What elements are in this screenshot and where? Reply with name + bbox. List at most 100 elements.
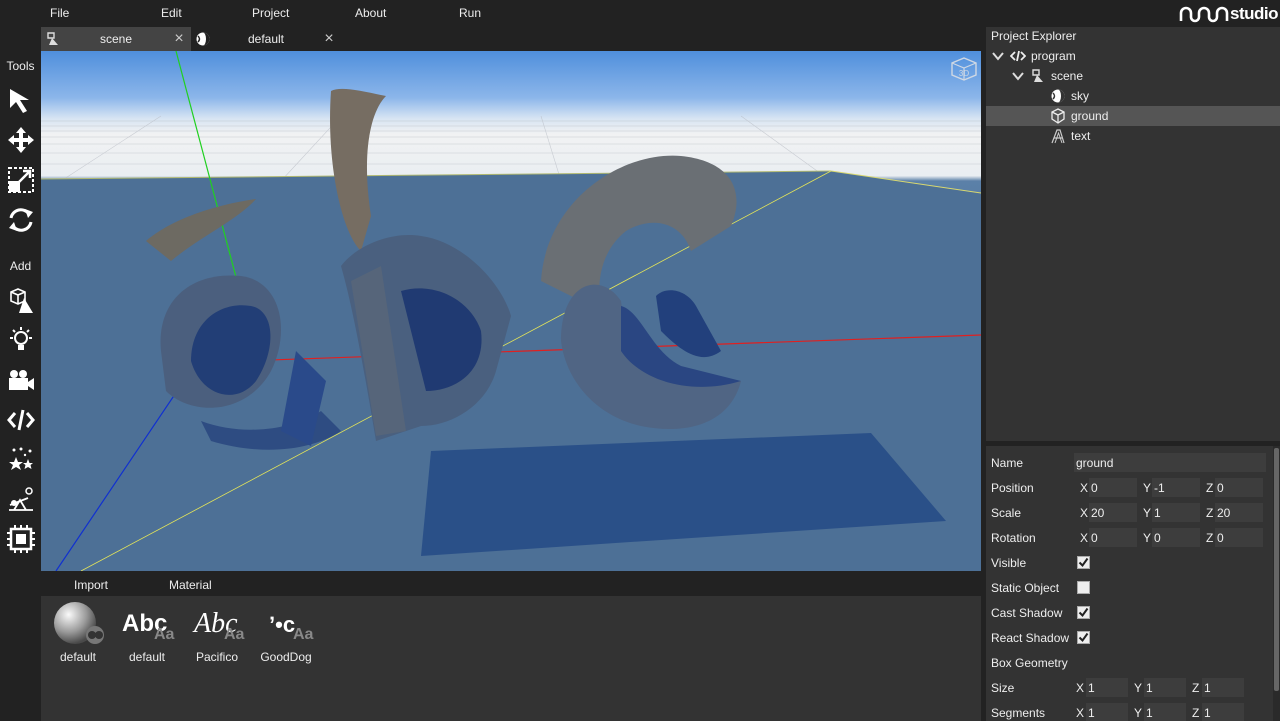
name-field[interactable] <box>1074 453 1266 472</box>
size-x-input[interactable] <box>1086 678 1128 697</box>
add-shape-button[interactable] <box>4 284 38 318</box>
axis-z-label: Z <box>1206 506 1214 520</box>
add-chip-button[interactable] <box>4 522 38 556</box>
move-tool-button[interactable] <box>4 123 38 157</box>
tree-item-program[interactable]: program <box>986 46 1280 66</box>
properties-panel: Name Position X Y Z Scale X Y Z Rotation… <box>986 446 1273 721</box>
add-script-button[interactable] <box>4 403 38 437</box>
axis-y-label: Y <box>1134 681 1143 695</box>
menu-file[interactable]: File <box>50 6 69 20</box>
select-arrow-icon <box>10 89 29 113</box>
sky-icon <box>1051 89 1065 103</box>
asset-label: Pacifico <box>195 650 239 664</box>
move-icon <box>8 127 34 153</box>
app-logo: studio <box>1179 3 1279 25</box>
grid-lines <box>41 115 981 182</box>
axis-y-label: Y <box>1143 481 1152 495</box>
project-explorer: Project Explorer program scene sky groun… <box>986 27 1280 441</box>
close-icon[interactable]: × <box>321 31 337 47</box>
tab-material[interactable]: Material <box>169 578 212 592</box>
select-tool-button[interactable] <box>4 84 38 118</box>
chevron-down-icon[interactable] <box>991 49 1005 63</box>
checkmark-icon <box>1078 607 1089 618</box>
size-z-input[interactable] <box>1202 678 1244 697</box>
editor-tab-bar: scene × default × <box>41 27 981 51</box>
add-light-button[interactable] <box>4 323 38 357</box>
tree-label: program <box>1031 49 1076 63</box>
position-y-input[interactable] <box>1152 478 1200 497</box>
font-preview-icon: Abc Aa <box>184 602 250 648</box>
checkmark-icon <box>1078 632 1089 643</box>
tree-item-text[interactable]: text <box>986 126 1280 146</box>
asset-font-pacifico[interactable]: Abc Aa Pacifico <box>184 602 250 664</box>
chevron-down-icon[interactable] <box>1011 69 1025 83</box>
tab-default[interactable]: default × <box>191 27 341 51</box>
add-camera-icon <box>9 370 34 390</box>
position-z-input[interactable] <box>1215 478 1263 497</box>
add-chip-icon <box>7 525 35 553</box>
font-badge: Aa <box>293 626 314 643</box>
static-object-checkbox[interactable] <box>1077 581 1090 594</box>
tree-item-sky[interactable]: sky <box>986 86 1280 106</box>
scale-x-input[interactable] <box>1089 503 1137 522</box>
scene-viewport[interactable]: 3D <box>41 51 981 571</box>
add-heading: Add <box>9 259 32 273</box>
add-physics-icon <box>9 487 33 511</box>
asset-font-default[interactable]: Abc Aa default <box>114 602 180 664</box>
axis-y-label: Y <box>1143 506 1152 520</box>
segments-z-input[interactable] <box>1202 703 1244 721</box>
tree-label: scene <box>1051 69 1084 83</box>
menu-edit[interactable]: Edit <box>161 6 182 20</box>
axis-x-label: X <box>1076 706 1085 720</box>
react-shadow-checkbox[interactable] <box>1077 631 1090 644</box>
close-icon[interactable]: × <box>171 31 187 47</box>
react-shadow-label: React Shadow <box>991 631 1070 645</box>
rotation-x-input[interactable] <box>1089 528 1137 547</box>
scale-y-input[interactable] <box>1152 503 1200 522</box>
scale-z-input[interactable] <box>1215 503 1263 522</box>
rotation-z-input[interactable] <box>1215 528 1263 547</box>
axis-x-label: X <box>1080 481 1089 495</box>
code-icon <box>1010 50 1026 62</box>
properties-scrollbar[interactable] <box>1273 446 1280 721</box>
view-cube-icon[interactable]: 3D <box>951 57 977 81</box>
visible-checkbox[interactable] <box>1077 556 1090 569</box>
tab-scene[interactable]: scene × <box>41 27 191 51</box>
rotate-tool-button[interactable] <box>4 203 38 237</box>
asset-label: GoodDog <box>260 650 312 664</box>
segments-label: Segments <box>991 706 1046 720</box>
add-physics-button[interactable] <box>4 483 38 517</box>
name-label: Name <box>991 456 1024 470</box>
tools-heading: Tools <box>6 59 35 73</box>
cast-shadow-checkbox[interactable] <box>1077 606 1090 619</box>
add-camera-button[interactable] <box>4 363 38 397</box>
explorer-title: Project Explorer <box>991 29 1077 43</box>
scrollbar-thumb[interactable] <box>1274 448 1279 691</box>
asset-font-gooddog[interactable]: ʼ•c Aa GoodDog <box>253 602 319 664</box>
sky-icon <box>196 32 210 46</box>
rotation-label: Rotation <box>991 531 1036 545</box>
axis-y-label: Y <box>1143 531 1152 545</box>
scene-canvas[interactable] <box>41 51 981 571</box>
position-x-input[interactable] <box>1089 478 1137 497</box>
checkmark-icon <box>1078 557 1089 568</box>
segments-y-input[interactable] <box>1144 703 1186 721</box>
menu-run[interactable]: Run <box>459 6 481 20</box>
rotation-y-input[interactable] <box>1152 528 1200 547</box>
menu-project[interactable]: Project <box>252 6 289 20</box>
tree-item-scene[interactable]: scene <box>986 66 1280 86</box>
axis-x-label: X <box>1076 681 1085 695</box>
size-y-input[interactable] <box>1144 678 1186 697</box>
cube-icon <box>1051 108 1065 124</box>
scale-tool-button[interactable] <box>4 163 38 197</box>
add-particles-button[interactable] <box>4 443 38 477</box>
menu-about[interactable]: About <box>355 6 386 20</box>
scale-label: Scale <box>991 506 1022 520</box>
tree-label: ground <box>1071 109 1109 123</box>
tab-label: scene <box>99 32 133 46</box>
scene-icon <box>47 32 58 45</box>
segments-x-input[interactable] <box>1086 703 1128 721</box>
tree-item-ground[interactable]: ground <box>986 106 1280 126</box>
tab-import[interactable]: Import <box>74 578 108 592</box>
asset-material-default[interactable]: default <box>45 602 111 664</box>
